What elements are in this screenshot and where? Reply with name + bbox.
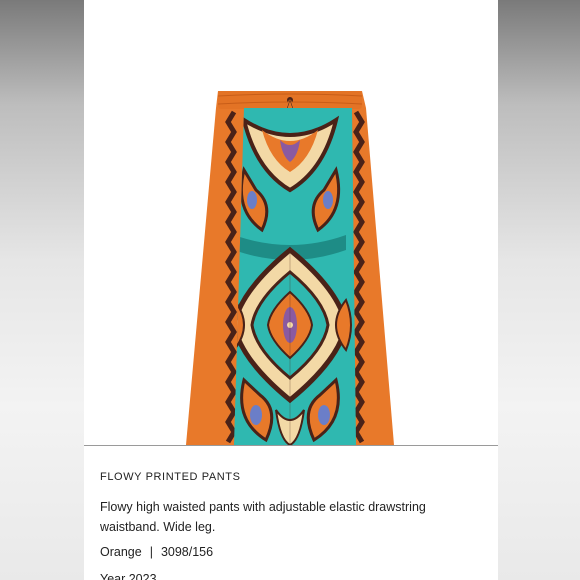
product-description: Flowy high waisted pants with adjustable…: [100, 500, 426, 534]
product-title: FLOWY PRINTED PANTS: [100, 471, 241, 483]
left-blurred-background: [0, 0, 84, 580]
right-blurred-background: [498, 0, 580, 580]
meta-separator: |: [149, 545, 153, 559]
product-reference: 3098/156: [160, 545, 214, 559]
image-divider: [84, 445, 498, 446]
pants-illustration: [186, 91, 394, 445]
product-card: FLOWY PRINTED PANTS Flowy high waisted p…: [84, 0, 498, 580]
product-image[interactable]: [84, 0, 498, 445]
product-meta: Orange | 3098/156: [100, 545, 213, 559]
product-year: Year 2023: [100, 572, 157, 580]
product-color: Orange: [100, 545, 142, 559]
